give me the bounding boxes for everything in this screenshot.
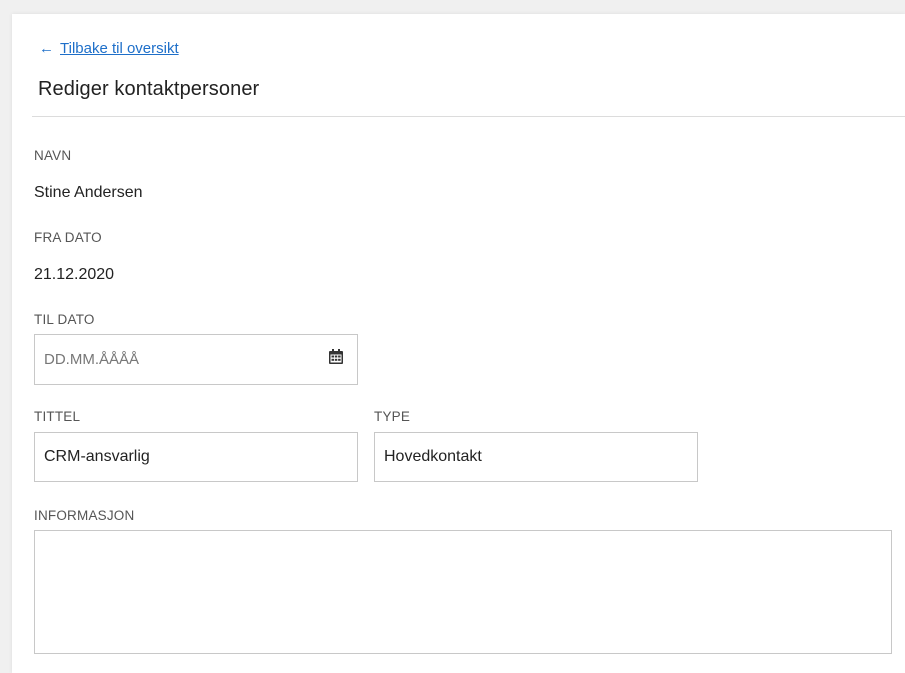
back-link-label[interactable]: Tilbake til oversikt bbox=[60, 40, 179, 57]
type-input[interactable]: Hovedkontakt bbox=[374, 432, 698, 482]
edit-contact-panel: ← Tilbake til oversikt Rediger kontaktpe… bbox=[12, 14, 905, 673]
name-value: Stine Andersen bbox=[34, 184, 143, 201]
title-label: TITTEL bbox=[34, 409, 81, 424]
title-input-value: CRM-ansvarlig bbox=[44, 448, 150, 465]
header-divider bbox=[32, 116, 905, 117]
type-input-value: Hovedkontakt bbox=[384, 448, 482, 465]
information-textarea[interactable] bbox=[34, 530, 892, 654]
from-date-label: FRA DATO bbox=[34, 230, 102, 245]
calendar-icon[interactable] bbox=[329, 349, 343, 364]
arrow-left-icon: ← bbox=[39, 40, 54, 57]
back-to-overview-link[interactable]: ← Tilbake til oversikt bbox=[39, 40, 179, 57]
type-label: TYPE bbox=[374, 409, 411, 424]
name-label: NAVN bbox=[34, 148, 72, 163]
information-label: INFORMASJON bbox=[34, 508, 135, 523]
to-date-input[interactable]: DD.MM.ÅÅÅÅ bbox=[34, 334, 358, 385]
page-title: Rediger kontaktpersoner bbox=[38, 78, 260, 100]
from-date-value: 21.12.2020 bbox=[34, 266, 115, 283]
to-date-label: TIL DATO bbox=[34, 312, 95, 327]
title-input[interactable]: CRM-ansvarlig bbox=[34, 432, 358, 482]
to-date-placeholder: DD.MM.ÅÅÅÅ bbox=[44, 351, 140, 368]
